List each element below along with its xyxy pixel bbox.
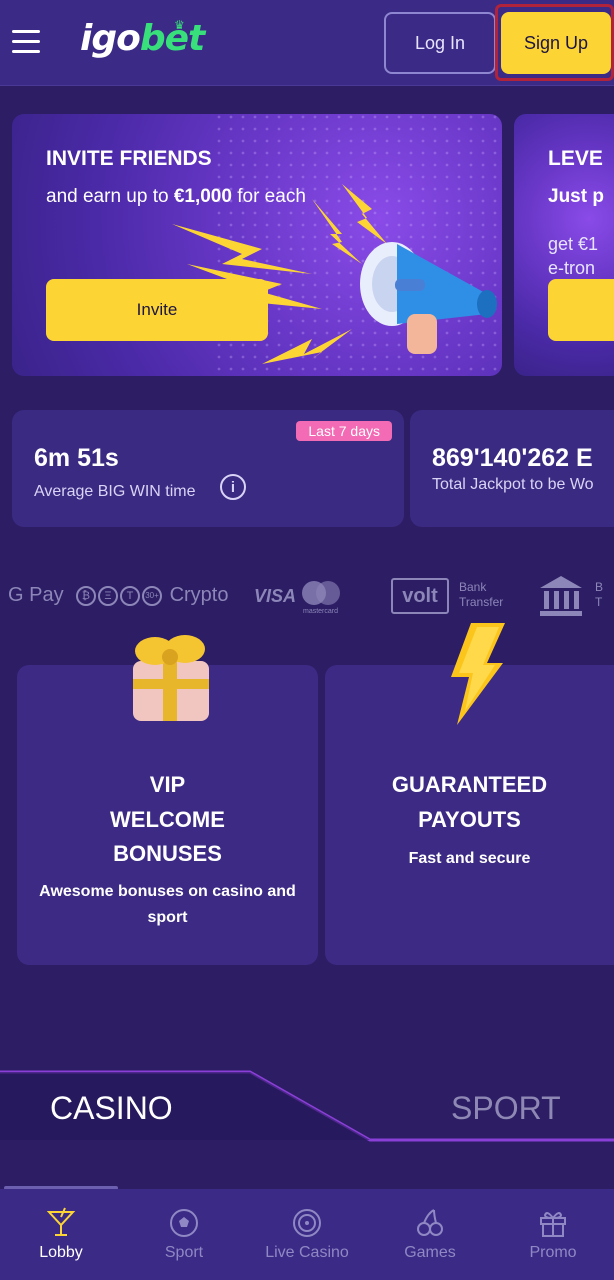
feature-title: VIP WELCOME BONUSES	[110, 772, 225, 866]
feature-card-vip: VIP WELCOME BONUSES Awesome bonuses on c…	[17, 635, 318, 965]
promo-title: INVITE FRIENDS	[46, 147, 212, 170]
signup-button[interactable]: Sign Up	[501, 12, 611, 74]
promo-text: get €1 e-tron	[548, 234, 599, 278]
bank-transfer-label: Bank Transfer	[459, 580, 504, 609]
mastercard-label: mastercard	[303, 608, 339, 615]
soccer-ball-icon	[170, 1209, 198, 1237]
feature-title: GUARANTEED PAYOUTS	[391, 772, 548, 832]
ethereum-icon: Ξ	[98, 585, 118, 606]
promo-button[interactable]	[548, 279, 614, 341]
nav-item-promo[interactable]: Promo	[492, 1189, 614, 1280]
payment-methods-strip: G Pay ₿ Ξ T 30+ Crypto VISA mastercard volt…	[0, 572, 614, 622]
hamburger-icon[interactable]	[12, 30, 40, 54]
feature-description: Fast and secure	[408, 850, 531, 867]
top-header: igobet ♛ Log In Sign Up	[0, 0, 614, 86]
feature-card-payouts: GUARANTEED PAYOUTS Fast and secure	[325, 623, 614, 965]
tab-casino[interactable]: CASINO	[50, 1090, 173, 1127]
crypto-more-badge: 30+	[142, 585, 162, 606]
invite-button[interactable]: Invite	[46, 279, 268, 341]
promo-subtitle: Just p	[548, 186, 604, 207]
visa-logo: VISA	[254, 586, 297, 606]
cocktail-icon	[46, 1207, 76, 1236]
lightning-icon	[451, 623, 505, 725]
nav-item-games[interactable]: Games	[369, 1189, 491, 1280]
tab-sport[interactable]: SPORT	[451, 1090, 561, 1127]
stat-card-big-win: Last 7 days 6m 51s Average BIG WIN time …	[12, 410, 404, 527]
roulette-icon	[293, 1209, 321, 1237]
stat-label: Average BIG WIN time	[34, 483, 196, 500]
volt-logo: volt	[391, 578, 449, 614]
stat-value: 869'140'262 E	[432, 444, 593, 472]
bitcoin-icon: ₿	[76, 585, 96, 606]
crypto-label: Crypto	[169, 584, 229, 606]
gift-icon	[133, 635, 209, 721]
nav-item-sport[interactable]: Sport	[123, 1189, 245, 1280]
stat-label: Total Jackpot to be Wo	[432, 476, 594, 493]
bank-icon	[540, 576, 582, 616]
igobet-logo[interactable]: igobet ♛	[80, 18, 205, 59]
megaphone-icon	[360, 242, 497, 354]
crypto-logos: ₿ Ξ T 30+ Crypto	[76, 584, 228, 607]
nav-label: Sport	[164, 1244, 204, 1261]
casino-sport-switcher: CASINO SPORT	[0, 1066, 614, 1146]
stat-value: 6m 51s	[34, 444, 119, 472]
cherries-icon	[417, 1209, 443, 1236]
login-button[interactable]: Log In	[384, 12, 496, 74]
mastercard-logo	[302, 581, 342, 605]
nav-label: Live Casino	[265, 1244, 349, 1261]
tether-icon: T	[120, 585, 140, 606]
nav-item-live-casino[interactable]: Live Casino	[246, 1189, 368, 1280]
nav-label: Lobby	[39, 1244, 83, 1261]
google-pay-logo: G Pay	[8, 584, 64, 606]
promo-card-invite[interactable]: INVITE FRIENDS and earn up to €1,000 for…	[12, 114, 502, 376]
nav-label: Games	[404, 1244, 456, 1261]
nav-item-lobby[interactable]: Lobby	[0, 1189, 122, 1280]
stat-card-jackpot: 869'140'262 E Total Jackpot to be Wo	[410, 410, 614, 527]
status-badge: Last 7 days	[296, 421, 392, 441]
bank-label: BT	[595, 580, 604, 609]
promo-subtitle: and earn up to €1,000 for each	[46, 186, 306, 207]
info-icon[interactable]: i	[220, 474, 246, 500]
bottom-navigation: Lobby Sport Live Casino Games Promo	[0, 1189, 614, 1280]
nav-label: Promo	[529, 1244, 577, 1261]
promo-title: LEVE	[548, 147, 603, 170]
crown-icon: ♛	[174, 18, 185, 32]
feature-description: Awesome bonuses on casino and sport	[39, 883, 296, 926]
promo-card-level[interactable]: LEVE Just p get €1 e-tron	[514, 114, 614, 376]
gift-box-icon	[540, 1212, 566, 1237]
